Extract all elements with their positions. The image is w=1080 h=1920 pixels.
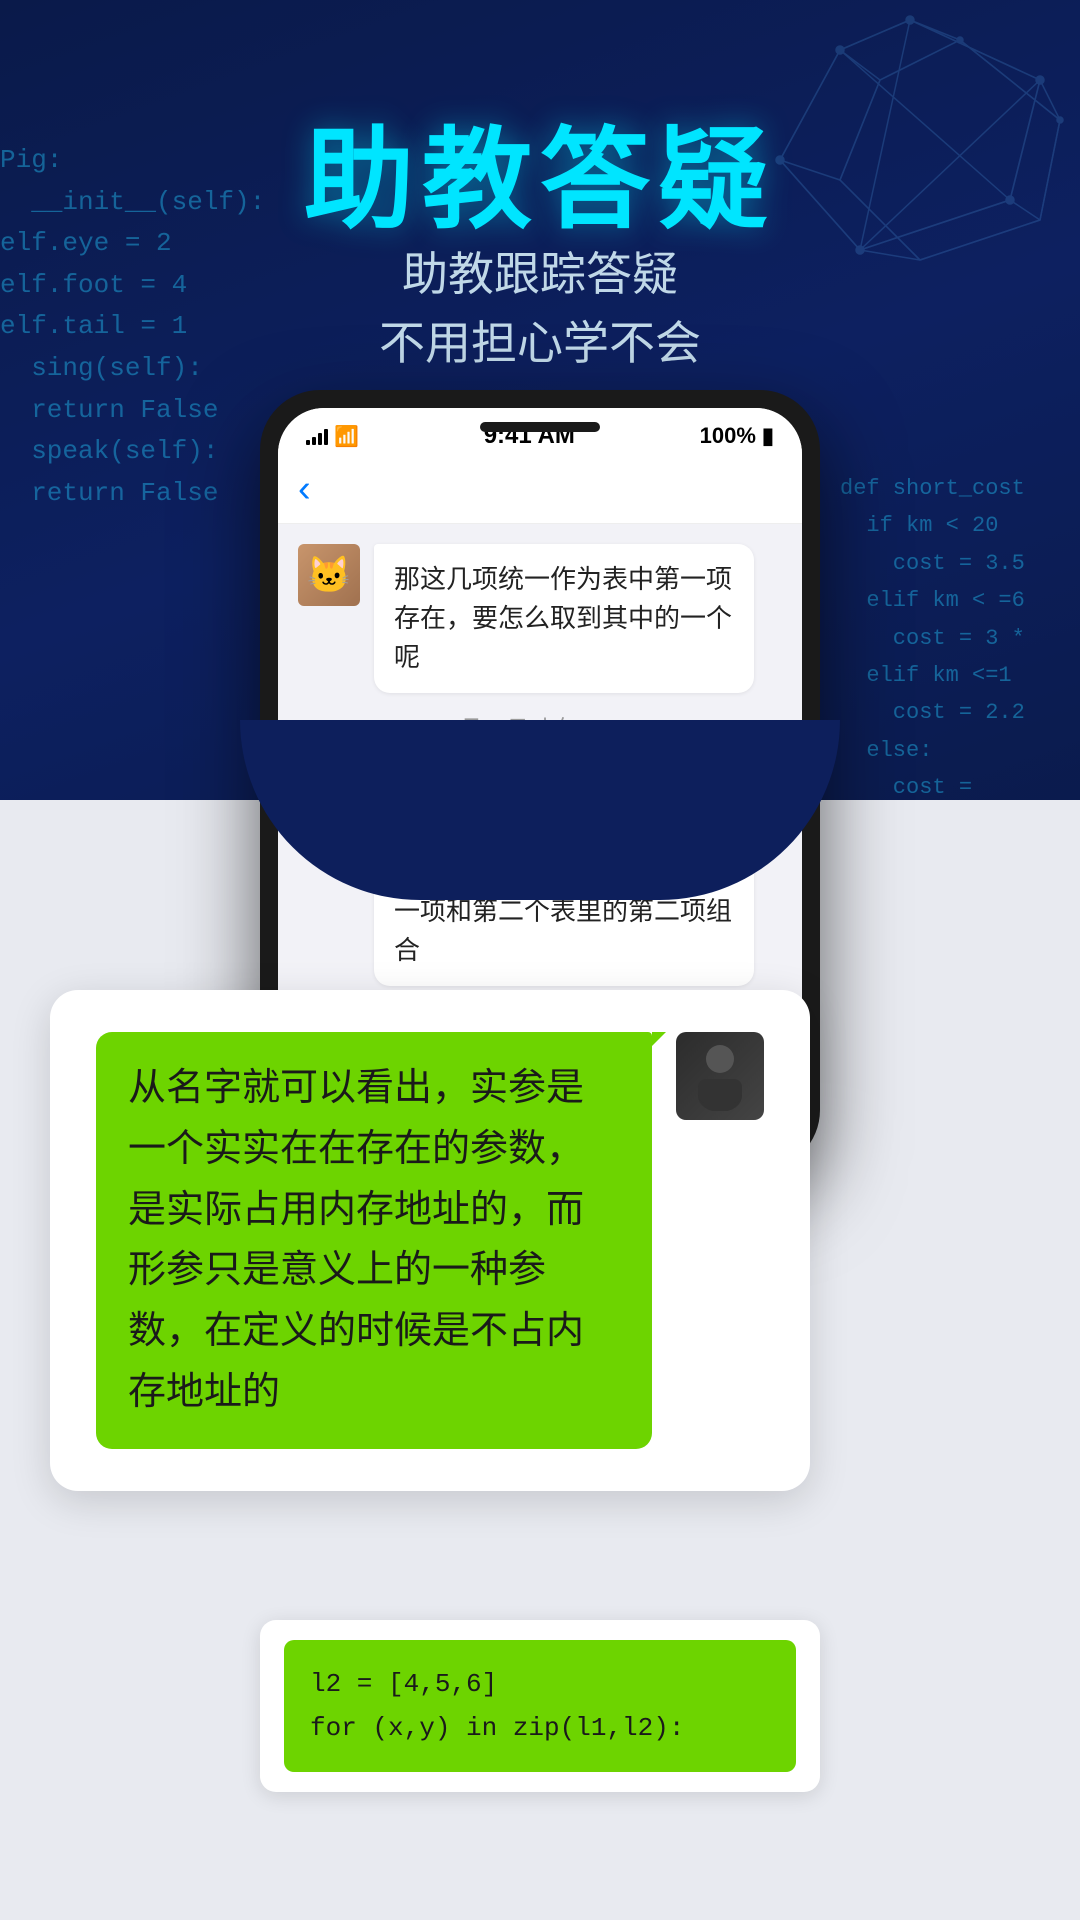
phone-shadow-arc bbox=[240, 720, 840, 900]
code-line-1: l2 = [4,5,6] bbox=[310, 1662, 770, 1706]
bottom-code-card: l2 = [4,5,6] for (x,y) in zip(l1,l2): bbox=[260, 1620, 820, 1792]
page-title: 助教答疑 bbox=[0, 90, 1080, 250]
status-left: 📶 bbox=[306, 424, 359, 449]
user-avatar-1: 🐱 bbox=[298, 544, 360, 606]
message-bubble-1: 那这几项统一作为表中第一项存在，要怎么取到其中的一个呢 bbox=[374, 544, 754, 693]
subtitle-line1: 助教跟踪答疑 bbox=[0, 240, 1080, 309]
sent-bubble-large: 从名字就可以看出，实参是一个实实在在存在的参数，是实际占用内存地址的，而形参只是… bbox=[96, 1032, 652, 1449]
floating-reply-card: 从名字就可以看出，实参是一个实实在在存在的参数，是实际占用内存地址的，而形参只是… bbox=[50, 990, 810, 1491]
battery-percent: 100% bbox=[700, 423, 756, 449]
message-received-1: 🐱 那这几项统一作为表中第一项存在，要怎么取到其中的一个呢 bbox=[298, 544, 782, 693]
code-background-right: def short_cost if km < 20 cost = 3.5 eli… bbox=[840, 470, 1080, 807]
sender-avatar bbox=[676, 1032, 764, 1120]
code-line-2: for (x,y) in zip(l1,l2): bbox=[310, 1706, 770, 1750]
cat-avatar-icon: 🐱 bbox=[298, 544, 360, 606]
status-right: 100% ▮ bbox=[700, 423, 774, 449]
navigation-bar: ‹ bbox=[278, 460, 802, 524]
back-button[interactable]: ‹ bbox=[298, 468, 311, 511]
sent-message-large: 从名字就可以看出，实参是一个实实在在存在的参数，是实际占用内存地址的，而形参只是… bbox=[96, 1032, 764, 1449]
subtitle-line2: 不用担心学不会 bbox=[0, 309, 1080, 378]
wifi-icon: 📶 bbox=[334, 424, 359, 449]
battery-icon: ▮ bbox=[762, 423, 774, 449]
code-block: l2 = [4,5,6] for (x,y) in zip(l1,l2): bbox=[284, 1640, 796, 1772]
sender-avatar-icon bbox=[676, 1032, 764, 1120]
phone-notch bbox=[480, 422, 600, 432]
signal-icon bbox=[306, 427, 328, 445]
status-bar: 📶 9:41 AM 100% ▮ bbox=[278, 408, 802, 460]
subtitle: 助教跟踪答疑 不用担心学不会 bbox=[0, 240, 1080, 378]
